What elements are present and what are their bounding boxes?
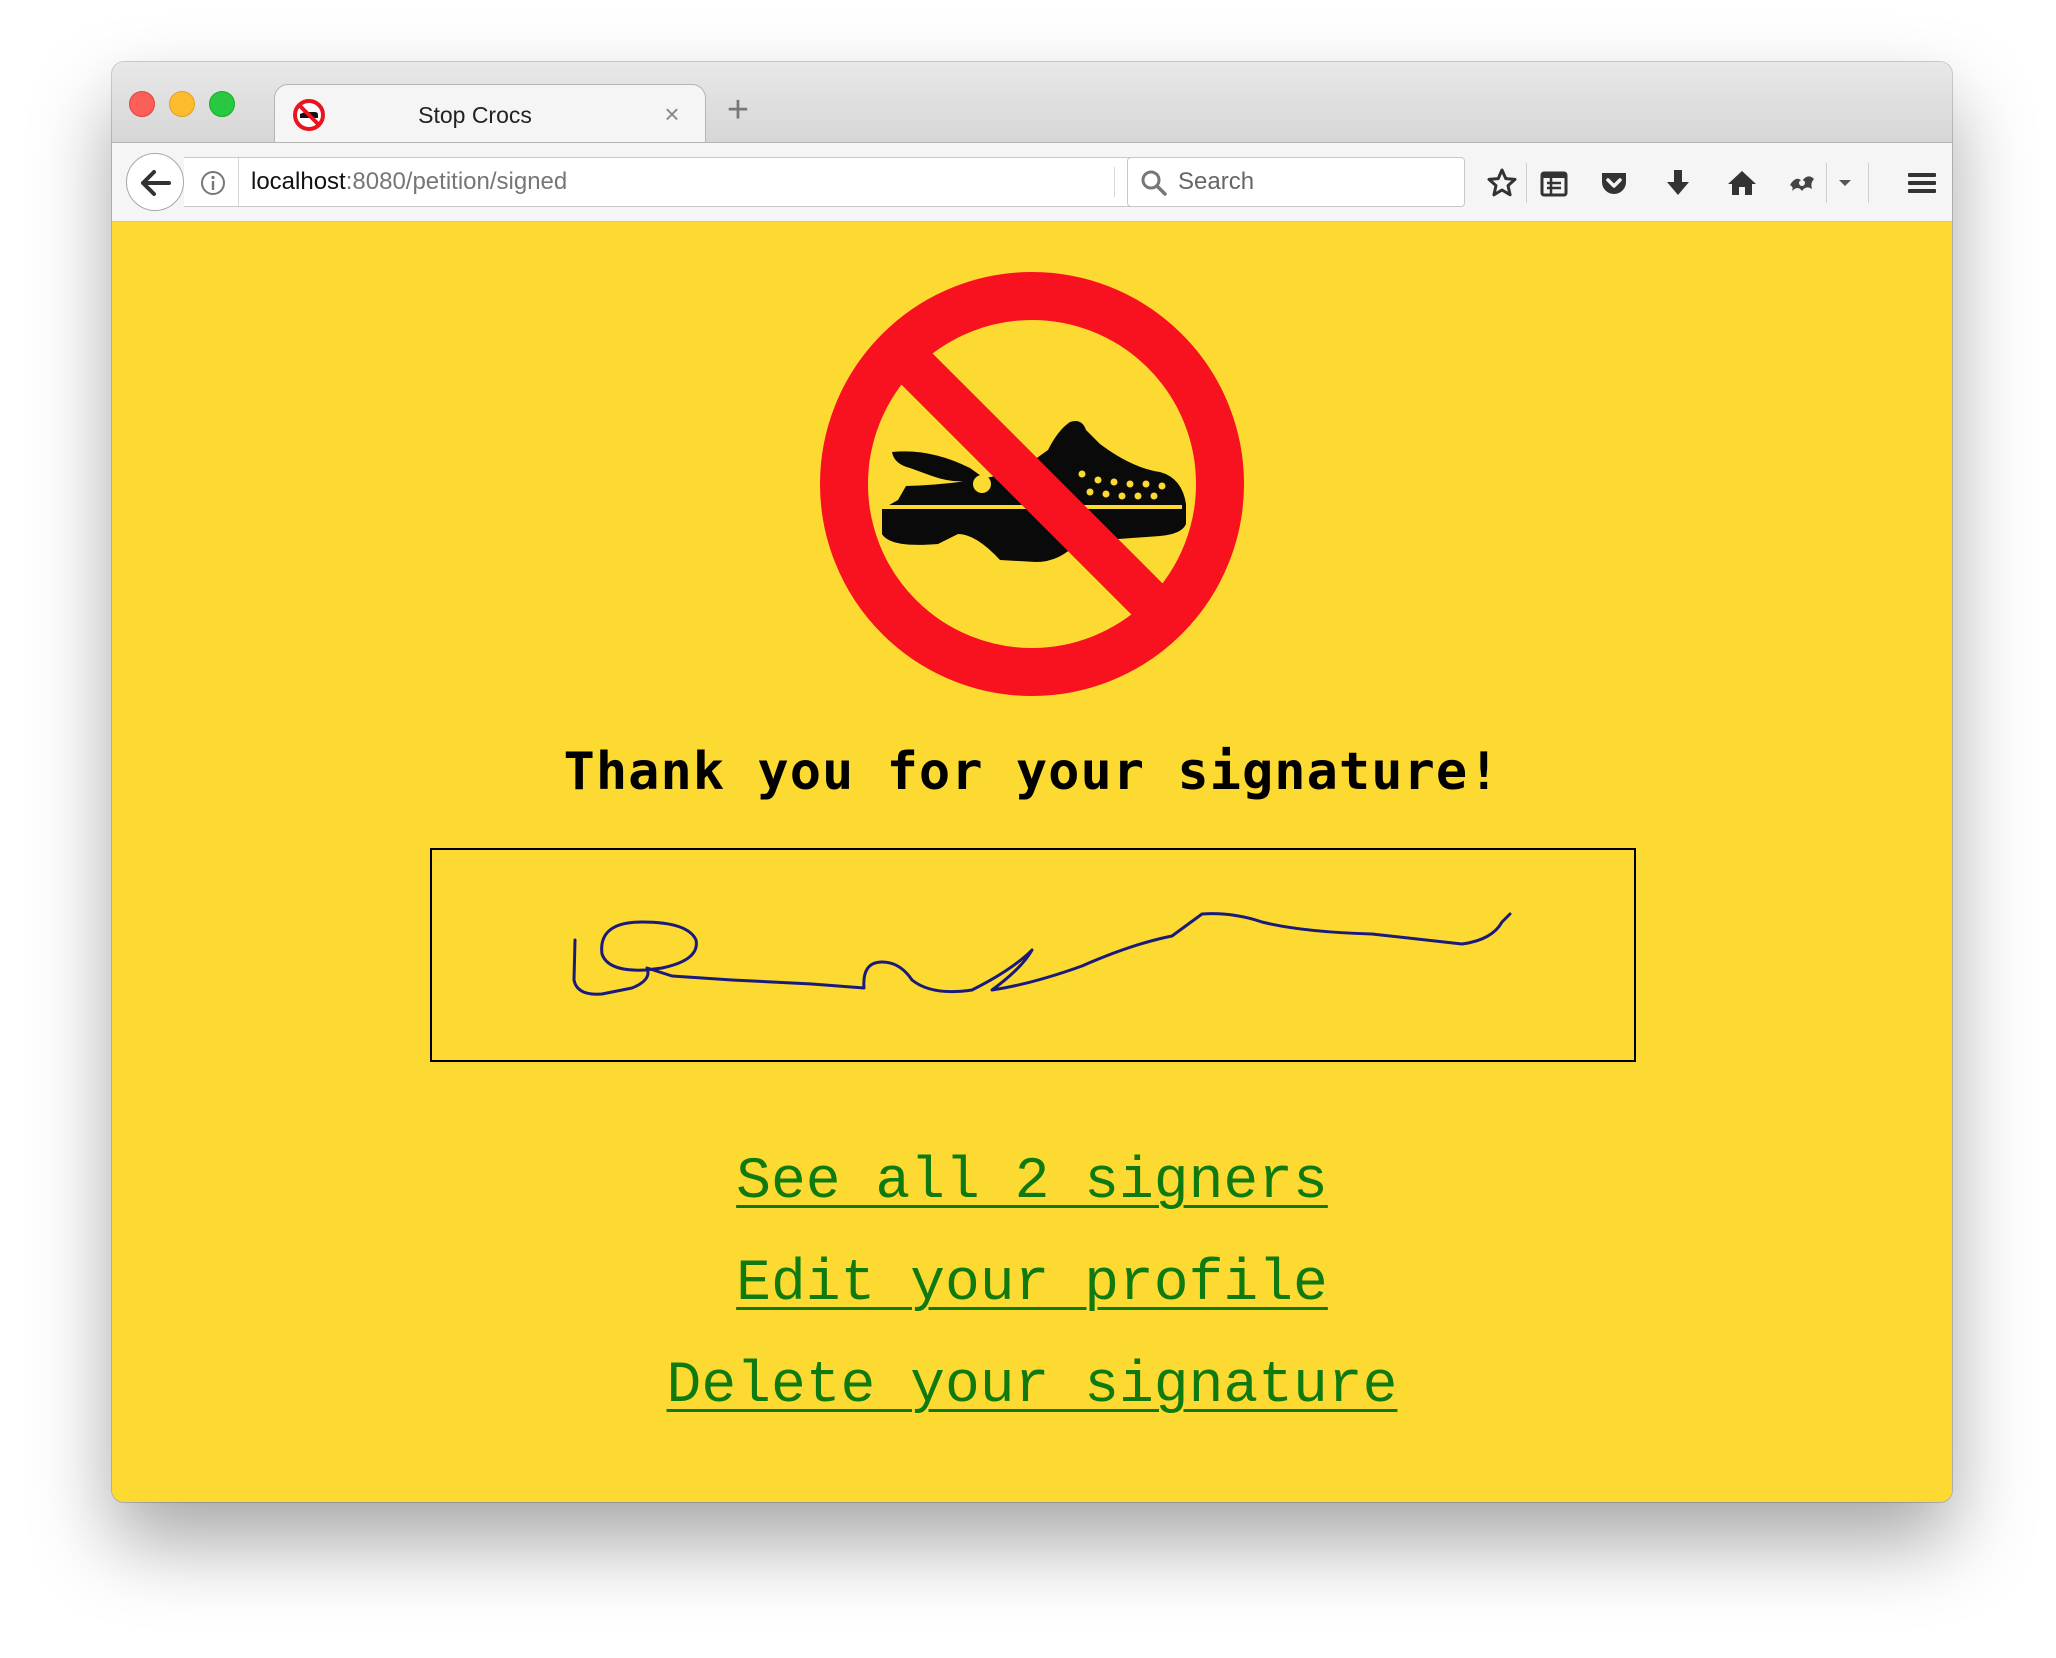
url-path: :8080/petition/signed xyxy=(345,168,568,195)
download-icon[interactable] xyxy=(1662,167,1694,199)
url-host: localhost xyxy=(251,168,346,195)
delete-signature-link[interactable]: Delete your signature xyxy=(667,1336,1398,1438)
star-icon[interactable] xyxy=(1486,167,1518,199)
reading-list-icon[interactable] xyxy=(1538,167,1570,199)
edit-profile-link[interactable]: Edit your profile xyxy=(736,1234,1328,1336)
action-links: See all 2 signers Edit your profile Dele… xyxy=(112,1132,1952,1438)
page-title: Thank you for your signature! xyxy=(563,742,1501,802)
url-text[interactable]: localhost:8080/petition/signed xyxy=(238,158,567,206)
divider xyxy=(1868,163,1869,203)
minimize-window-button[interactable] xyxy=(169,91,195,117)
info-icon[interactable] xyxy=(200,170,226,196)
tab-close-icon[interactable]: × xyxy=(657,99,687,129)
no-crocs-icon xyxy=(820,272,1244,696)
divider xyxy=(1114,167,1115,197)
navigation-toolbar: localhost:8080/petition/signed xyxy=(112,142,1952,222)
pocket-icon[interactable] xyxy=(1598,167,1630,199)
address-bar[interactable]: localhost:8080/petition/signed xyxy=(184,157,1184,207)
see-signers-link[interactable]: See all 2 signers xyxy=(736,1132,1328,1234)
title-bar: Stop Crocs × + xyxy=(112,62,1952,145)
hamburger-menu-icon[interactable] xyxy=(1906,167,1938,199)
back-arrow-icon xyxy=(141,170,171,196)
search-icon xyxy=(1141,170,1167,196)
zoom-window-button[interactable] xyxy=(209,91,235,117)
no-crocs-icon xyxy=(293,99,325,131)
search-input[interactable] xyxy=(1178,158,1448,206)
search-bar[interactable] xyxy=(1127,157,1465,207)
tab-title: Stop Crocs xyxy=(418,102,532,128)
close-window-button[interactable] xyxy=(129,91,155,117)
divider xyxy=(1526,163,1527,203)
tab-stop-crocs[interactable]: Stop Crocs × xyxy=(274,84,706,145)
new-tab-button[interactable]: + xyxy=(718,90,758,130)
extension-icon[interactable] xyxy=(1786,167,1818,199)
home-icon[interactable] xyxy=(1726,167,1758,199)
divider xyxy=(1826,163,1827,203)
page-content: Thank you for your signature! See all 2 … xyxy=(112,222,1952,1502)
back-button[interactable] xyxy=(126,153,184,211)
dropdown-icon[interactable] xyxy=(1834,167,1856,199)
signature-image xyxy=(430,848,1636,1062)
browser-window: Stop Crocs × + localhost:8080/petition/s… xyxy=(112,62,1952,1502)
